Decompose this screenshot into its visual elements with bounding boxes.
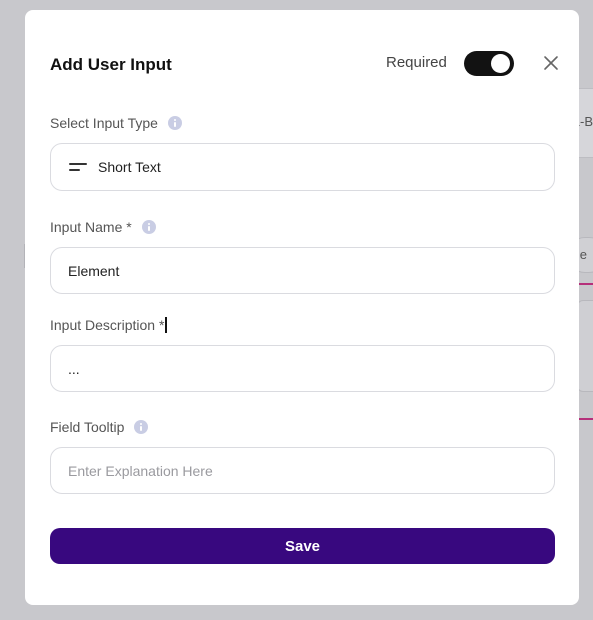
- info-icon[interactable]: [167, 116, 182, 130]
- info-icon[interactable]: [141, 220, 156, 234]
- input-name-label-row: Input Name *: [50, 219, 156, 235]
- required-label: Required: [386, 54, 447, 71]
- input-description-label-row: Input Description *: [50, 317, 167, 333]
- field-tooltip-input[interactable]: [68, 462, 554, 479]
- text-cursor: [165, 317, 167, 333]
- add-user-input-modal: Add User Input Required Select Input Typ…: [25, 10, 579, 605]
- required-toggle[interactable]: [464, 51, 514, 76]
- input-name-field[interactable]: [50, 247, 555, 294]
- short-text-icon: [69, 163, 87, 171]
- input-type-value: Short Text: [98, 159, 161, 175]
- input-description-input[interactable]: [68, 360, 554, 377]
- save-button[interactable]: Save: [50, 528, 555, 564]
- field-tooltip-field[interactable]: [50, 447, 555, 494]
- modal-header: Add User Input Required: [50, 50, 558, 80]
- input-type-label: Select Input Type: [50, 115, 158, 131]
- input-name-input[interactable]: [68, 262, 554, 279]
- input-name-label: Input Name *: [50, 219, 132, 235]
- input-description-label: Input Description *: [50, 317, 165, 333]
- toggle-knob: [491, 54, 510, 73]
- background-pill-text: e: [579, 247, 587, 262]
- background-box: [577, 300, 593, 392]
- input-type-label-row: Select Input Type: [50, 115, 182, 131]
- modal-title: Add User Input: [50, 55, 172, 74]
- field-tooltip-label: Field Tooltip: [50, 419, 125, 435]
- info-icon[interactable]: [134, 420, 149, 434]
- field-tooltip-label-row: Field Tooltip: [50, 419, 149, 435]
- input-description-field[interactable]: [50, 345, 555, 392]
- input-type-select[interactable]: Short Text: [50, 143, 555, 191]
- close-icon[interactable]: [540, 52, 562, 74]
